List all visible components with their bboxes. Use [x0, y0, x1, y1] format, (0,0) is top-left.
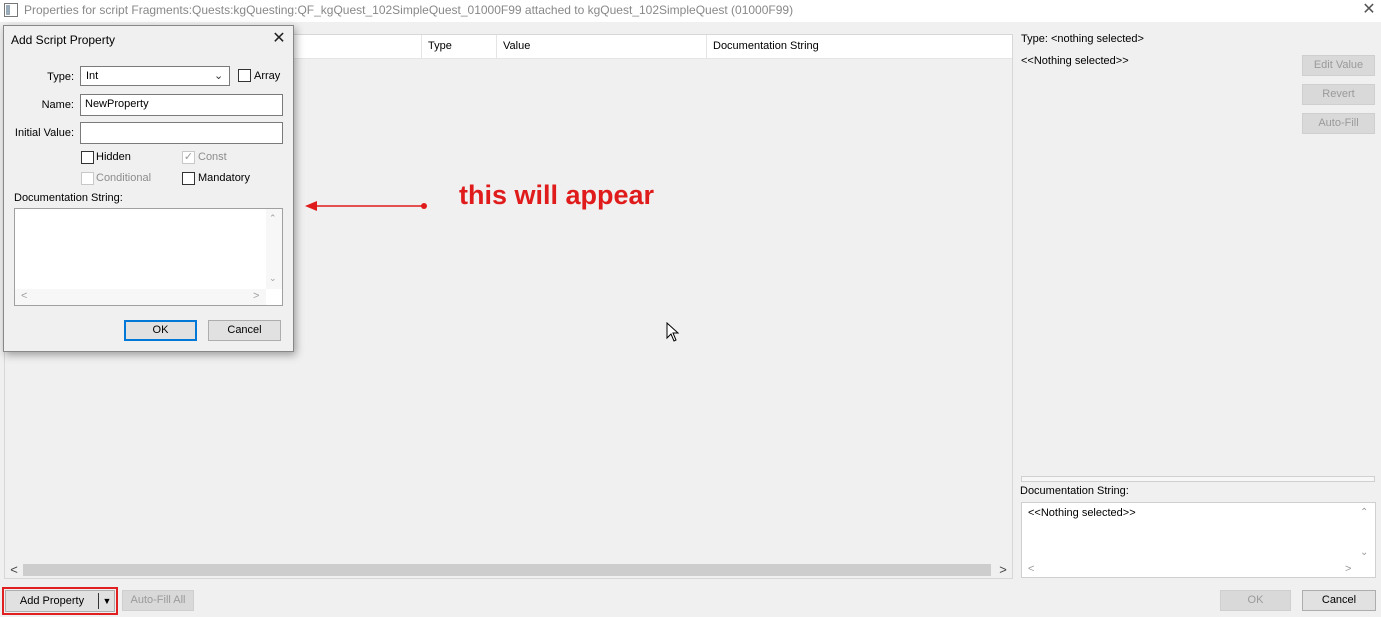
- initial-value-label: Initial Value:: [14, 127, 74, 139]
- cancel-button[interactable]: Cancel: [1302, 590, 1376, 611]
- scroll-left-icon[interactable]: <: [7, 562, 21, 578]
- array-label: Array: [254, 70, 281, 82]
- red-arrow-icon: [305, 201, 427, 211]
- scroll-right-icon[interactable]: >: [996, 562, 1010, 578]
- type-info-label: Type: <nothing selected>: [1021, 33, 1144, 45]
- add-script-property-dialog[interactable]: Add Script Property ✕ Type: Int ⌄ Array …: [3, 25, 294, 352]
- horizontal-scrollbar[interactable]: < >: [5, 562, 1012, 578]
- dialog-title: Add Script Property: [11, 33, 116, 47]
- window-close-icon[interactable]: ✕: [1358, 0, 1380, 20]
- documentation-string-text: <<Nothing selected>>: [1028, 507, 1136, 519]
- hidden-checkbox[interactable]: [81, 151, 94, 164]
- array-checkbox[interactable]: [238, 69, 251, 82]
- highlight-box: [2, 587, 118, 615]
- ok-button[interactable]: OK: [1220, 590, 1291, 611]
- scrollbar-thumb[interactable]: [23, 564, 991, 576]
- column-divider[interactable]: [421, 35, 422, 59]
- scroll-down-icon[interactable]: ⌄: [269, 273, 277, 284]
- type-select[interactable]: Int ⌄: [80, 66, 230, 86]
- scroll-left-icon[interactable]: <: [1028, 563, 1034, 575]
- name-label: Name:: [41, 99, 74, 111]
- scroll-left-icon[interactable]: <: [21, 290, 27, 302]
- autofill-all-button[interactable]: Auto-Fill All: [122, 590, 194, 611]
- column-divider[interactable]: [496, 35, 497, 59]
- hidden-label: Hidden: [96, 151, 131, 163]
- scroll-right-icon[interactable]: >: [1345, 563, 1351, 575]
- scroll-up-icon[interactable]: ⌃: [1360, 507, 1368, 518]
- horizontal-scrollbar[interactable]: [15, 289, 266, 305]
- column-header-type[interactable]: Type: [428, 40, 452, 52]
- mandatory-checkbox[interactable]: [182, 172, 195, 185]
- window-title: Properties for script Fragments:Quests:k…: [24, 3, 794, 17]
- documentation-string-label: Documentation String:: [1020, 485, 1129, 497]
- name-input[interactable]: NewProperty: [80, 94, 283, 116]
- conditional-checkbox[interactable]: [81, 172, 94, 185]
- dialog-ok-button[interactable]: OK: [124, 320, 197, 341]
- annotation-text: this will appear: [459, 180, 655, 210]
- panel-splitter[interactable]: [1021, 476, 1375, 482]
- dialog-cancel-button[interactable]: Cancel: [208, 320, 281, 341]
- scroll-up-icon[interactable]: ⌃: [269, 213, 277, 224]
- const-checkbox[interactable]: ✓: [182, 151, 195, 164]
- mouse-cursor-icon: [666, 322, 680, 342]
- documentation-string-box[interactable]: <<Nothing selected>> ⌃ ⌄ < >: [1021, 502, 1376, 578]
- edit-value-button[interactable]: Edit Value: [1302, 55, 1375, 76]
- autofill-button[interactable]: Auto-Fill: [1302, 113, 1375, 134]
- column-header-documentation-string[interactable]: Documentation String: [713, 40, 819, 52]
- chevron-down-icon: ⌄: [214, 70, 224, 82]
- conditional-label: Conditional: [96, 172, 152, 184]
- scroll-right-icon[interactable]: >: [253, 290, 259, 302]
- documentation-string-textarea[interactable]: ⌃ ⌄ < >: [14, 208, 283, 306]
- selection-info-label: <<Nothing selected>>: [1021, 55, 1129, 67]
- mandatory-label: Mandatory: [198, 172, 250, 184]
- type-label: Type:: [47, 71, 74, 83]
- column-header-value[interactable]: Value: [503, 40, 530, 52]
- documentation-string-label: Documentation String:: [14, 192, 123, 204]
- title-bar: Properties for script Fragments:Quests:k…: [0, 0, 1381, 22]
- column-divider[interactable]: [706, 35, 707, 59]
- initial-value-input[interactable]: [80, 122, 283, 144]
- app-icon: [4, 3, 18, 17]
- scroll-down-icon[interactable]: ⌄: [1360, 547, 1368, 558]
- type-select-value: Int: [86, 70, 99, 82]
- const-label: Const: [198, 151, 227, 163]
- revert-button[interactable]: Revert: [1302, 84, 1375, 105]
- dialog-close-icon[interactable]: ✕: [268, 29, 290, 49]
